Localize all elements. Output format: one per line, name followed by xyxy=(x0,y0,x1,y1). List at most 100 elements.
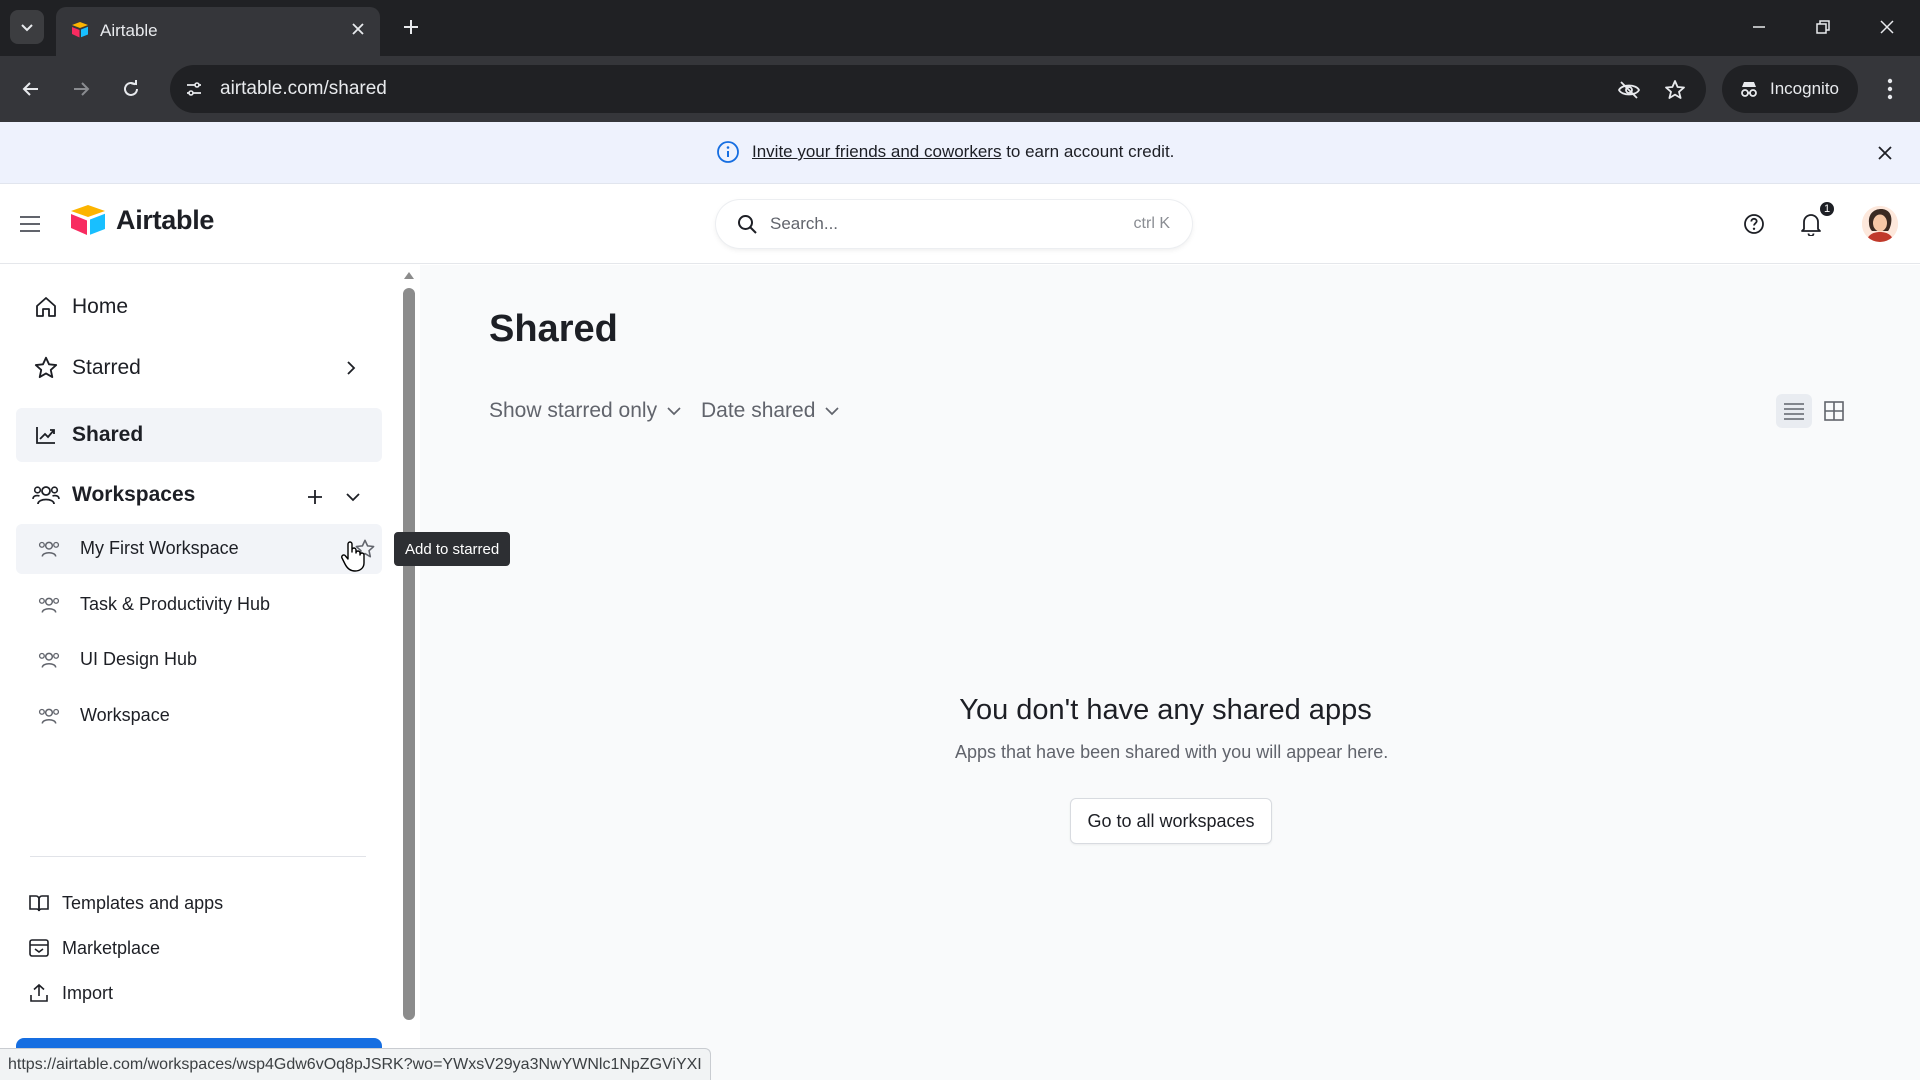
grid-view-button[interactable] xyxy=(1816,394,1852,428)
search-icon xyxy=(738,215,757,234)
marketplace-label: Marketplace xyxy=(62,937,161,958)
app-header: Airtable Search... ctrl K xyxy=(0,184,1920,264)
bookmark-star-icon[interactable] xyxy=(1662,77,1688,103)
arrow-right-icon xyxy=(74,82,90,96)
chevron-down-icon xyxy=(21,24,33,32)
sidebar-divider xyxy=(30,856,366,857)
empty-state-subtitle: Apps that have been shared with you will… xyxy=(955,742,1389,762)
reload-button[interactable] xyxy=(114,72,148,106)
sidebar-item-label: Home xyxy=(72,295,129,318)
show-starred-label: Show starred only xyxy=(489,399,658,422)
minimize-icon xyxy=(1753,26,1765,28)
chevron-down-icon xyxy=(667,407,681,416)
sidebar-item-label: Starred xyxy=(72,356,141,379)
chevron-right-icon[interactable] xyxy=(340,357,362,379)
chevron-down-icon xyxy=(346,493,360,502)
address-bar[interactable]: airtable.com/shared xyxy=(170,65,1706,113)
airtable-logo-icon xyxy=(71,205,105,235)
go-to-workspaces-button[interactable]: Go to all workspaces xyxy=(1070,798,1272,844)
workspace-icon xyxy=(36,592,62,618)
minimize-button[interactable] xyxy=(1742,12,1776,42)
referral-banner: Invite your friends and coworkers to ear… xyxy=(0,122,1920,184)
workspace-item[interactable]: UI Design Hub xyxy=(16,635,382,685)
workspaces-icon xyxy=(32,481,60,509)
incognito-label: Incognito xyxy=(1770,79,1839,98)
chevron-down-icon xyxy=(825,407,840,416)
search-input[interactable]: Search... ctrl K xyxy=(716,200,1192,248)
page-title: Shared xyxy=(489,308,618,350)
new-tab-button[interactable] xyxy=(396,12,426,42)
workspace-item[interactable]: Task & Productivity Hub xyxy=(16,580,382,630)
list-icon xyxy=(1784,403,1804,420)
empty-state-title: You don't have any shared apps xyxy=(959,694,1372,726)
help-button[interactable] xyxy=(1738,208,1770,240)
logo-text: Airtable xyxy=(116,204,215,235)
search-placeholder: Search... xyxy=(770,214,839,233)
add-workspace-button[interactable] xyxy=(300,482,330,512)
tab-close-button[interactable] xyxy=(346,17,370,41)
import-link[interactable]: Import xyxy=(28,978,113,1008)
incognito-indicator[interactable]: Incognito xyxy=(1722,65,1858,113)
invite-link[interactable]: Invite your friends and coworkers xyxy=(752,142,1001,161)
back-button[interactable] xyxy=(14,72,48,106)
airtable-favicon-icon xyxy=(72,22,88,38)
marketplace-icon xyxy=(28,937,50,959)
window-close-button[interactable] xyxy=(1870,12,1904,42)
tab-search-button[interactable] xyxy=(10,10,44,44)
workspace-label: My First Workspace xyxy=(80,538,239,558)
incognito-icon xyxy=(1741,82,1757,97)
shared-icon xyxy=(32,421,60,449)
menu-toggle-button[interactable] xyxy=(16,210,44,238)
close-icon xyxy=(1880,20,1894,34)
workspace-icon xyxy=(36,536,62,562)
sidebar-scrollbar-thumb[interactable] xyxy=(403,288,415,1020)
more-vertical-icon xyxy=(1887,78,1893,100)
workspace-item[interactable]: My First Workspace xyxy=(16,524,382,574)
workspace-icon xyxy=(36,647,62,673)
plus-icon xyxy=(404,20,418,34)
eye-off-icon[interactable] xyxy=(1616,77,1642,103)
plus-icon xyxy=(308,490,322,504)
restore-button[interactable] xyxy=(1806,12,1840,42)
sidebar-item-label: Shared xyxy=(72,423,144,446)
marketplace-link[interactable]: Marketplace xyxy=(28,933,160,963)
avatar[interactable] xyxy=(1862,206,1898,242)
sidebar-item-shared[interactable]: Shared xyxy=(16,408,382,462)
status-bar-url: https://airtable.com/workspaces/wsp4Gdw6… xyxy=(0,1048,711,1080)
scroll-up-arrow[interactable] xyxy=(402,268,416,282)
star-icon xyxy=(32,354,60,382)
close-icon xyxy=(1878,146,1892,160)
book-icon xyxy=(28,892,50,914)
hand-cursor-icon xyxy=(341,541,365,572)
sort-filter[interactable]: Date shared xyxy=(701,396,840,426)
search-shortcut: ctrl K xyxy=(1133,215,1170,232)
site-settings-icon[interactable] xyxy=(182,77,206,101)
list-view-button[interactable] xyxy=(1776,394,1812,428)
notification-badge: 1 xyxy=(1818,200,1836,218)
show-starred-filter[interactable]: Show starred only xyxy=(489,396,681,426)
user-avatar-icon xyxy=(1862,206,1898,242)
hamburger-icon xyxy=(20,216,40,232)
add-to-starred-tooltip: Add to starred xyxy=(394,532,511,566)
sidebar-item-starred[interactable]: Starred xyxy=(16,341,382,395)
main-content xyxy=(420,265,1920,1080)
browser-tab[interactable]: Airtable xyxy=(56,7,380,56)
import-icon xyxy=(28,982,50,1004)
browser-menu-button[interactable] xyxy=(1875,72,1905,106)
help-icon xyxy=(1744,214,1764,234)
bell-icon xyxy=(1801,214,1821,236)
collapse-workspaces-button[interactable] xyxy=(340,482,366,512)
forward-button[interactable] xyxy=(64,72,98,106)
sidebar-item-label: Workspaces xyxy=(72,483,196,506)
close-icon xyxy=(352,23,364,35)
sidebar-item-home[interactable]: Home xyxy=(16,280,382,334)
airtable-logo[interactable]: Airtable xyxy=(70,204,214,236)
banner-text: to earn account credit. xyxy=(1006,142,1175,161)
templates-link[interactable]: Templates and apps xyxy=(28,888,223,918)
banner-close-button[interactable] xyxy=(1872,140,1898,166)
url-text[interactable]: airtable.com/shared xyxy=(220,78,387,100)
import-label: Import xyxy=(62,982,114,1003)
workspace-label: Task & Productivity Hub xyxy=(80,594,271,614)
info-icon xyxy=(717,141,739,163)
browser-toolbar: airtable.com/shared Incognito xyxy=(0,56,1920,122)
